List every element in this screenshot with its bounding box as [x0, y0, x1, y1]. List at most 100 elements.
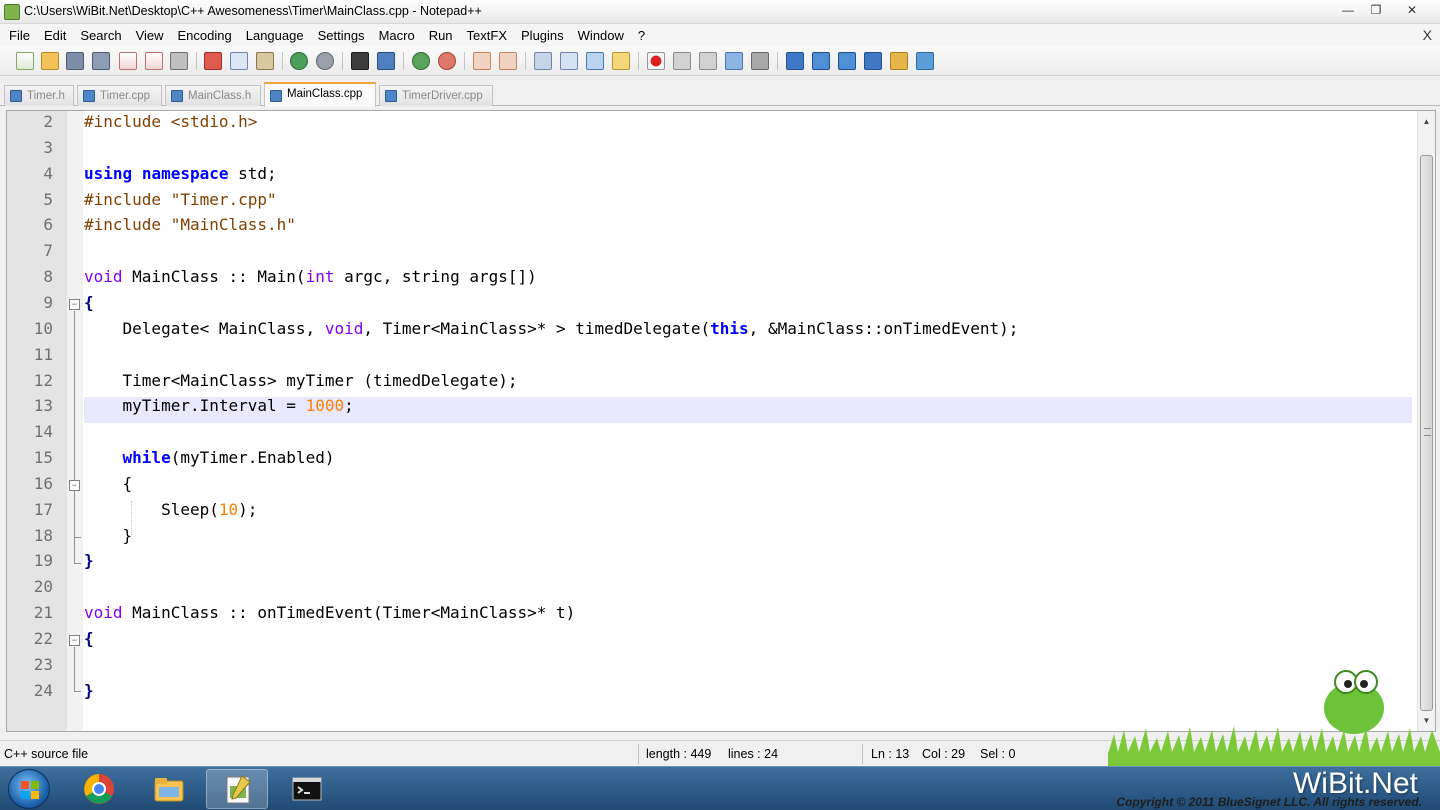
vertical-scrollbar[interactable]: ▲ ▼ — [1417, 111, 1435, 731]
fold-collapse-icon[interactable]: − — [69, 299, 80, 310]
code-line[interactable]: #include "Timer.cpp" — [84, 190, 277, 209]
code-editor[interactable]: − − − 2 #include <stdio.h> 3 4 using namespa… — [6, 110, 1436, 732]
redo-icon[interactable] — [316, 52, 334, 70]
code-line[interactable]: using namespace std; — [84, 164, 277, 183]
code-line[interactable]: Delegate< MainClass, void, Timer<MainCla… — [84, 319, 1019, 338]
close-document-button[interactable]: X — [1423, 27, 1432, 43]
find-icon[interactable] — [351, 52, 369, 70]
menu-help[interactable]: ? — [631, 28, 652, 43]
taskbar-explorer[interactable] — [138, 769, 200, 809]
textfx-2-icon[interactable] — [812, 52, 830, 70]
line-number: 17 — [33, 499, 53, 519]
new-file-icon[interactable] — [16, 52, 34, 70]
zoom-in-icon[interactable] — [412, 52, 430, 70]
indent-guide-icon[interactable] — [586, 52, 604, 70]
code-line[interactable]: } — [84, 551, 94, 570]
code-line[interactable]: void MainClass :: onTimedEvent(Timer<Mai… — [84, 603, 575, 622]
code-line[interactable]: { — [84, 629, 94, 648]
menu-view[interactable]: View — [129, 28, 171, 43]
spellcheck-icon[interactable] — [916, 52, 934, 70]
close-icon[interactable] — [119, 52, 137, 70]
textfx-3-icon[interactable] — [838, 52, 856, 70]
textfx-1-icon[interactable] — [786, 52, 804, 70]
code-line[interactable]: myTimer.Interval = 1000; — [84, 396, 354, 415]
save-macro-icon[interactable] — [751, 52, 769, 70]
close-window-button[interactable]: ✕ — [1390, 0, 1434, 20]
code-line[interactable]: Timer<MainClass> myTimer (timedDelegate)… — [84, 371, 518, 390]
line-number: 14 — [33, 422, 53, 442]
scroll-down-icon[interactable]: ▼ — [1418, 712, 1435, 729]
print-icon[interactable] — [170, 52, 188, 70]
menu-encoding[interactable]: Encoding — [171, 28, 239, 43]
tab-timer-cpp[interactable]: Timer.cpp — [77, 85, 162, 106]
copy-icon[interactable] — [230, 52, 248, 70]
taskbar-command-prompt[interactable] — [276, 769, 338, 809]
textfx-4-icon[interactable] — [864, 52, 882, 70]
menu-macro[interactable]: Macro — [372, 28, 422, 43]
run-macro-multiple-icon[interactable] — [725, 52, 743, 70]
menu-search[interactable]: Search — [73, 28, 128, 43]
status-file-type: C++ source file — [4, 747, 89, 761]
taskbar-chrome[interactable] — [68, 769, 130, 809]
menu-bar: File Edit Search View Encoding Language … — [0, 24, 1440, 46]
show-all-chars-icon[interactable] — [560, 52, 578, 70]
close-all-icon[interactable] — [145, 52, 163, 70]
taskbar-notepad-plus-plus[interactable] — [206, 769, 268, 809]
code-line[interactable]: } — [84, 526, 133, 545]
code-line[interactable]: { — [84, 474, 133, 493]
code-line[interactable]: #include "MainClass.h" — [84, 215, 296, 234]
menu-language[interactable]: Language — [239, 28, 311, 43]
line-number: 6 — [43, 215, 53, 235]
record-macro-icon[interactable] — [647, 52, 665, 70]
tab-timer-h[interactable]: Timer.h — [4, 85, 74, 106]
menu-textfx[interactable]: TextFX — [460, 28, 514, 43]
sync-h-icon[interactable] — [499, 52, 517, 70]
wrap-icon[interactable] — [534, 52, 552, 70]
line-number: 23 — [33, 654, 53, 674]
menu-edit[interactable]: Edit — [37, 28, 73, 43]
undo-icon[interactable] — [290, 52, 308, 70]
replace-icon[interactable] — [377, 52, 395, 70]
tab-timerdriver-cpp[interactable]: TimerDriver.cpp — [379, 85, 493, 106]
command-prompt-icon — [292, 777, 322, 801]
code-line[interactable]: while(myTimer.Enabled) — [84, 448, 335, 467]
save-all-icon[interactable] — [92, 52, 110, 70]
code-line[interactable]: #include <stdio.h> — [84, 112, 257, 131]
document-tabs: Timer.h Timer.cpp MainClass.h MainClass.… — [0, 82, 1440, 107]
code-line[interactable]: { — [84, 293, 94, 312]
tab-label: MainClass.h — [188, 90, 252, 102]
title-bar: C:\Users\WiBit.Net\Desktop\C++ Awesomene… — [0, 0, 1440, 24]
fold-collapse-icon[interactable]: − — [69, 635, 80, 646]
doc-map-icon[interactable] — [612, 52, 630, 70]
menu-plugins[interactable]: Plugins — [514, 28, 571, 43]
scrollbar-thumb[interactable] — [1420, 155, 1433, 711]
code-line[interactable]: Sleep(10); — [84, 500, 257, 519]
status-selection: Sel : 0 — [980, 747, 1016, 761]
sync-v-icon[interactable] — [473, 52, 491, 70]
save-icon[interactable] — [66, 52, 84, 70]
minimize-button[interactable]: — — [1334, 0, 1362, 20]
tab-mainclass-h[interactable]: MainClass.h — [165, 85, 261, 106]
cut-icon[interactable] — [204, 52, 222, 70]
code-line[interactable]: void MainClass :: Main(int argc, string … — [84, 267, 537, 286]
menu-settings[interactable]: Settings — [311, 28, 372, 43]
textfx-5-icon[interactable] — [890, 52, 908, 70]
scroll-up-icon[interactable]: ▲ — [1418, 113, 1435, 130]
stop-macro-icon[interactable] — [673, 52, 691, 70]
windows-logo-icon — [21, 781, 39, 799]
code-line[interactable]: } — [84, 681, 94, 700]
fold-collapse-icon[interactable]: − — [69, 480, 80, 491]
play-macro-icon[interactable] — [699, 52, 717, 70]
menu-window[interactable]: Window — [571, 28, 631, 43]
tab-mainclass-cpp[interactable]: MainClass.cpp — [264, 82, 376, 107]
zoom-out-icon[interactable] — [438, 52, 456, 70]
paste-icon[interactable] — [256, 52, 274, 70]
menu-run[interactable]: Run — [422, 28, 460, 43]
tab-label: TimerDriver.cpp — [402, 90, 483, 102]
maximize-button[interactable]: ❐ — [1362, 0, 1390, 20]
open-file-icon[interactable] — [41, 52, 59, 70]
notepad-plus-plus-icon — [4, 4, 20, 20]
menu-file[interactable]: File — [2, 28, 37, 43]
start-button[interactable] — [8, 769, 50, 809]
toolbar-separator — [638, 52, 639, 70]
